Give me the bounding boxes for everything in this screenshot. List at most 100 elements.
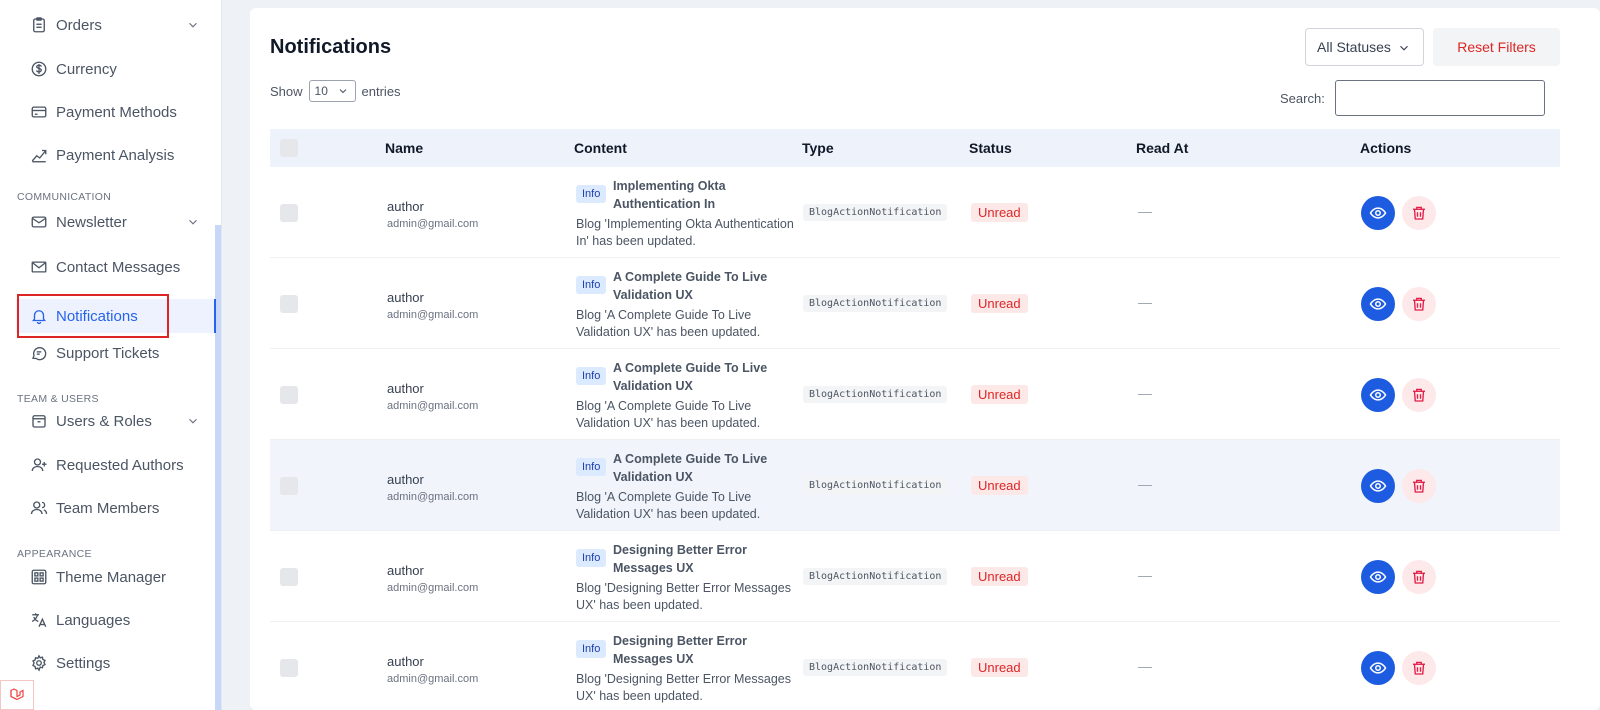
read-at-value: — (1138, 476, 1152, 492)
read-at-value: — (1138, 567, 1152, 583)
sidebar-item-settings[interactable]: Settings (16, 643, 216, 683)
sidebar-item-requested-authors[interactable]: Requested Authors (16, 445, 216, 485)
sidebar-item-label: Requested Authors (56, 456, 184, 474)
row-checkbox[interactable] (280, 295, 298, 313)
cell-name: author admin@gmail.com (387, 472, 478, 503)
header-read-at[interactable]: Read At (1136, 140, 1188, 156)
main-card: Notifications All Statuses Reset Filters… (250, 8, 1600, 710)
delete-button[interactable] (1402, 469, 1436, 503)
search-input[interactable] (1334, 80, 1545, 116)
box-icon (30, 412, 48, 430)
cell-content: Info Designing Better Error Messages UX … (576, 632, 791, 705)
trash-icon (1413, 479, 1425, 493)
notification-title: A Complete Guide To Live Validation UX (613, 270, 768, 302)
sidebar-item-label: Orders (56, 16, 102, 34)
sidebar-item-label: Team Members (56, 499, 160, 517)
table-row: author admin@gmail.com Info Designing Be… (270, 622, 1560, 710)
eye-icon (1369, 571, 1387, 583)
trash-icon (1413, 206, 1425, 220)
bell-icon (30, 307, 48, 325)
view-button[interactable] (1361, 560, 1395, 594)
eye-icon (1369, 480, 1387, 492)
author-name: author (387, 290, 424, 305)
cell-content: Info A Complete Guide To Live Validation… (576, 268, 791, 341)
info-badge: Info (576, 276, 607, 294)
eye-icon (1369, 207, 1387, 219)
status-filter-select[interactable]: All Statuses (1305, 28, 1424, 66)
view-button[interactable] (1361, 469, 1395, 503)
eye-icon (1369, 298, 1387, 310)
cell-name: author admin@gmail.com (387, 290, 478, 321)
info-badge: Info (576, 185, 607, 203)
row-checkbox[interactable] (280, 204, 298, 222)
status-badge: Unread (971, 658, 1028, 677)
view-button[interactable] (1361, 196, 1395, 230)
reset-filters-button[interactable]: Reset Filters (1433, 28, 1560, 66)
notification-title: A Complete Guide To Live Validation UX (613, 452, 768, 484)
header-status[interactable]: Status (969, 140, 1012, 156)
chat-icon (30, 344, 48, 362)
sidebar-item-support-tickets[interactable]: Support Tickets (16, 333, 216, 373)
eye-icon (1369, 662, 1387, 674)
sidebar-item-newsletter[interactable]: Newsletter (16, 202, 216, 242)
header-type[interactable]: Type (802, 140, 834, 156)
view-button[interactable] (1361, 651, 1395, 685)
notification-description: Blog 'A Complete Guide To Live Validatio… (576, 308, 761, 339)
table-header: Name Content Type Status Read At Actions (270, 129, 1560, 167)
sidebar-item-payment-analysis[interactable]: Payment Analysis (16, 135, 216, 175)
sidebar-item-team-members[interactable]: Team Members (16, 488, 216, 528)
sidebar-item-label: Payment Methods (56, 103, 177, 121)
delete-button[interactable] (1402, 378, 1436, 412)
sidebar-item-label: Currency (56, 60, 117, 78)
sidebar: Orders Currency Payment Methods Payment … (0, 0, 222, 710)
row-checkbox[interactable] (280, 477, 298, 495)
delete-button[interactable] (1402, 651, 1436, 685)
trash-icon (1413, 661, 1425, 675)
search-label: Search: (1280, 90, 1325, 106)
read-at-value: — (1138, 658, 1152, 674)
status-badge: Unread (971, 567, 1028, 586)
table-row: author admin@gmail.com Info Designing Be… (270, 531, 1560, 622)
row-checkbox[interactable] (280, 568, 298, 586)
notification-title: Designing Better Error Messages UX (613, 543, 748, 575)
entries-select[interactable]: 10 (308, 80, 356, 102)
type-badge: BlogActionNotification (803, 659, 948, 676)
sidebar-item-theme-manager[interactable]: Theme Manager (16, 557, 216, 597)
mail-icon (30, 213, 48, 231)
delete-button[interactable] (1402, 196, 1436, 230)
sidebar-item-users-roles[interactable]: Users & Roles (16, 401, 216, 441)
sidebar-item-payment-methods[interactable]: Payment Methods (16, 92, 216, 132)
active-indicator (214, 299, 216, 333)
view-button[interactable] (1361, 287, 1395, 321)
header-actions: Actions (1360, 140, 1412, 156)
trash-icon (1413, 388, 1425, 402)
delete-button[interactable] (1402, 287, 1436, 321)
status-badge: Unread (971, 476, 1028, 495)
select-all-checkbox[interactable] (280, 139, 298, 157)
laravel-logo-icon[interactable] (0, 680, 34, 710)
palette-icon (30, 568, 48, 586)
cell-content: Info Designing Better Error Messages UX … (576, 541, 791, 614)
view-button[interactable] (1361, 378, 1395, 412)
read-at-value: — (1138, 385, 1152, 401)
row-checkbox[interactable] (280, 659, 298, 677)
sidebar-item-contact-messages[interactable]: Contact Messages (16, 247, 216, 287)
delete-button[interactable] (1402, 560, 1436, 594)
cell-content: Info Implementing Okta Authentication In… (576, 177, 794, 250)
entries-label: entries (361, 83, 401, 99)
header-content[interactable]: Content (574, 140, 627, 156)
row-checkbox[interactable] (280, 386, 298, 404)
header-name[interactable]: Name (385, 140, 423, 156)
notification-description: Blog 'Designing Better Error Messages UX… (576, 581, 791, 612)
chevron-down-icon (189, 22, 197, 28)
type-badge: BlogActionNotification (803, 386, 948, 403)
sidebar-item-languages[interactable]: Languages (16, 600, 216, 640)
translate-icon (30, 611, 48, 629)
clipboard-icon (30, 16, 48, 34)
sidebar-item-orders[interactable]: Orders (16, 5, 216, 45)
sidebar-item-label: Support Tickets (56, 344, 160, 362)
notification-title: A Complete Guide To Live Validation UX (613, 361, 768, 393)
sidebar-item-currency[interactable]: Currency (16, 49, 216, 89)
sidebar-item-notifications[interactable]: Notifications (16, 299, 216, 333)
cell-name: author admin@gmail.com (387, 381, 478, 412)
